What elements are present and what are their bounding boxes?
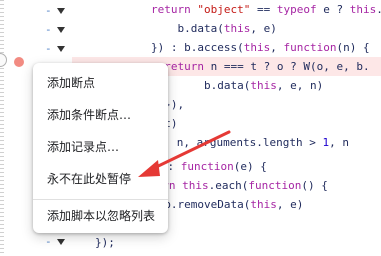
menu-item-add-breakpoint[interactable]: 添加断点 (33, 71, 168, 95)
fold-dash: - (45, 235, 52, 248)
code-token: return (151, 3, 198, 16)
menu-item-add-conditional-breakpoint[interactable]: 添加条件断点… (33, 103, 168, 127)
code-token: , e, n) (276, 79, 324, 92)
code-token: n === t ? o ? W(o, e, b. (204, 60, 370, 73)
code-token: (e) { (233, 160, 267, 173)
gutter-fold-row[interactable]: - (0, 40, 72, 59)
code-token: }); (95, 236, 115, 249)
code-token: this (349, 3, 377, 16)
menu-separator (33, 199, 168, 200)
menu-item-add-script-to-ignore-list[interactable]: 添加脚本以忽略列表 (33, 204, 168, 228)
code-line[interactable]: turn this.each(function() { (149, 176, 328, 195)
code-token: this (250, 79, 277, 92)
fold-dash: - (45, 4, 52, 17)
gutter-fold-row[interactable]: - (0, 2, 72, 21)
code-token: this (250, 198, 277, 211)
fold-dash: - (45, 23, 52, 36)
code-token: , e) (276, 198, 304, 211)
code-token: return (164, 60, 204, 73)
code-line[interactable]: }); (95, 233, 115, 252)
code-token: () { (301, 179, 328, 192)
code-token: , n (329, 136, 349, 149)
code-line[interactable]: null, n, arguments.length > 1, n (137, 133, 349, 152)
code-token: == (250, 3, 277, 16)
code-token: , (270, 41, 284, 54)
code-token: .each( (208, 179, 249, 192)
code-token: typeof (276, 3, 317, 16)
code-token: , e) (250, 22, 277, 35)
menu-item-add-logpoint[interactable]: 添加记录点… (33, 135, 168, 159)
code-token: function (283, 41, 337, 54)
code-line[interactable]: b.data(this, e) (151, 19, 277, 38)
code-token: . (376, 3, 381, 16)
code-token: "object" (197, 3, 251, 16)
code-token: b.data( (151, 22, 224, 35)
devtools-sources-view: - - - - return "object" == typeof e ? this.… (0, 0, 381, 256)
code-token: }) : b.access( (151, 41, 244, 54)
gutter-fold-row[interactable]: - (0, 233, 72, 252)
fold-triangle-icon[interactable] (57, 46, 65, 52)
menu-item-never-pause-here[interactable]: 永不在此处暂停 (33, 167, 168, 191)
code-token: this (182, 179, 209, 192)
code-line[interactable]: b.removeData(this, e) (151, 195, 303, 214)
code-token: function (248, 179, 302, 192)
fold-dash: - (45, 42, 52, 55)
fold-triangle-icon[interactable] (57, 27, 65, 33)
context-menu: 添加断点 添加条件断点… 添加记录点… 永不在此处暂停 添加脚本以忽略列表 (33, 63, 168, 233)
fold-triangle-icon[interactable] (57, 8, 65, 14)
code-token: this (243, 41, 271, 54)
code-line[interactable]: return n === t ? o ? W(o, e, b. (151, 57, 370, 76)
code-token: e ? (316, 3, 350, 16)
code-line[interactable]: b.data(this, e, n) (151, 76, 323, 95)
code-token: , n, arguments.length > (163, 136, 323, 149)
gutter-fold-row[interactable]: - (0, 21, 72, 40)
code-token: (n) { (336, 41, 370, 54)
code-line[interactable]: }) : b.access(this, function(n) { (151, 38, 370, 57)
code-line[interactable]: return "object" == typeof e ? this. (151, 0, 381, 19)
code-token: this (223, 22, 251, 35)
code-token: function (180, 160, 234, 173)
fold-triangle-icon[interactable] (57, 239, 65, 245)
